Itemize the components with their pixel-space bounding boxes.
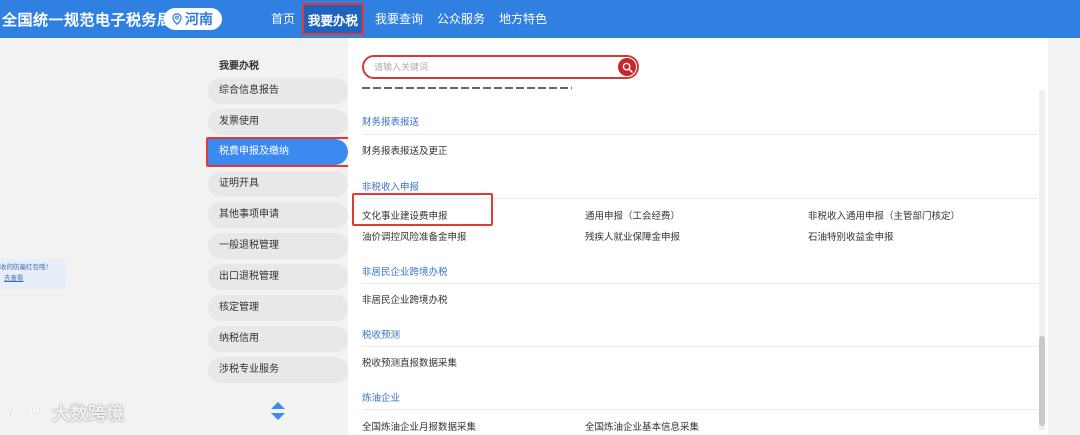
sidebar-item-assessment[interactable]: 核定管理 — [208, 295, 348, 321]
entry-oil-price-risk-fund[interactable]: 油价调控风险准备金申报 — [362, 229, 467, 243]
scroll-updown-icon[interactable] — [271, 402, 285, 422]
tip-bubble: 收的防骗红包哦！ 去查看 — [0, 259, 66, 289]
sidebar-item-certificate[interactable]: 证明开具 — [208, 171, 348, 197]
scrollbar-thumb[interactable] — [1039, 336, 1045, 426]
entry-financial-report-submit[interactable]: 财务报表报送及更正 — [362, 143, 448, 157]
sidebar-item-comprehensive-report[interactable]: 综合信息报告 — [208, 78, 348, 104]
section-title-tax-forecast: 税收预测 — [362, 330, 401, 341]
region-selector[interactable]: 河南 — [164, 8, 222, 30]
tip-text: 收的防骗红包哦！ — [0, 263, 52, 271]
sidebar-item-invoice-use[interactable]: 发票使用 — [208, 109, 348, 135]
sidebar-item-tax-credit[interactable]: 纳税信用 — [208, 326, 348, 352]
section-title-refinery: 炼油企业 — [362, 393, 401, 404]
clipped-text-row — [362, 86, 572, 90]
sidebar-item-export-refund[interactable]: 出口退税管理 — [208, 264, 348, 290]
watermark-text: 大数跨境 — [52, 404, 124, 425]
nav-public-service[interactable]: 公众服务 — [437, 10, 485, 27]
location-pin-icon — [172, 13, 182, 25]
left-margin — [0, 38, 208, 435]
entry-tax-forecast-collection[interactable]: 税收预测直报数据采集 — [362, 355, 457, 369]
entry-petroleum-special-gain[interactable]: 石油特别收益金申报 — [808, 229, 894, 243]
entry-general-union-fee[interactable]: 通用申报（工会经费） — [585, 208, 680, 222]
side-menu-heading: 我要办税 — [219, 61, 259, 72]
tip-link[interactable]: 去查看 — [0, 273, 66, 284]
sidebar-item-other-applications[interactable]: 其他事项申请 — [208, 202, 348, 228]
content-panel: 财务报表报送 财务报表报送及更正 非税收入申报 文化事业建设费申报 通用申报（工… — [348, 38, 1048, 435]
section-divider — [362, 346, 1038, 347]
nav-local-features[interactable]: 地方特色 — [499, 10, 547, 27]
entry-disabled-employment-fund[interactable]: 残疾人就业保障金申报 — [585, 229, 680, 243]
search-bar — [362, 55, 639, 79]
sidebar-item-tax-declaration[interactable]: 税费申报及缴纳 — [206, 137, 350, 167]
sidebar-item-general-refund[interactable]: 一般退税管理 — [208, 233, 348, 259]
entry-non-tax-general-declaration[interactable]: 非税收入通用申报（主管部门核定） — [808, 208, 960, 222]
sidebar-item-professional-service[interactable]: 涉税专业服务 — [208, 357, 348, 383]
section-title-non-resident: 非居民企业跨境办税 — [362, 267, 448, 278]
entry-non-resident-cross-border[interactable]: 非居民企业跨境办税 — [362, 292, 448, 306]
search-button[interactable] — [618, 58, 636, 76]
search-input[interactable] — [374, 60, 604, 76]
section-divider — [362, 409, 1038, 410]
section-title-non-tax-income: 非税收入申报 — [362, 182, 420, 193]
watermark-logo-icon — [9, 404, 42, 419]
region-label: 河南 — [185, 12, 213, 28]
section-title-financial-report: 财务报表报送 — [362, 117, 420, 128]
highlight-box — [352, 193, 493, 226]
search-icon — [622, 62, 633, 73]
watermark: 大数跨境 — [8, 400, 124, 426]
content-scrollbar[interactable] — [1039, 90, 1045, 430]
top-header: 全国统一规范电子税务局 河南 首页 我要办税 我要查询 公众服务 地方特色 — [0, 0, 1080, 38]
site-title[interactable]: 全国统一规范电子税务局 — [2, 9, 173, 30]
entry-refinery-basic-info[interactable]: 全国炼油企业基本信息采集 — [585, 419, 699, 433]
nav-home[interactable]: 首页 — [271, 10, 295, 27]
nav-query[interactable]: 我要查询 — [375, 10, 423, 27]
entry-refinery-monthly-report[interactable]: 全国炼油企业月报数据采集 — [362, 419, 476, 433]
nav-tax-handling[interactable]: 我要办税 — [302, 3, 365, 35]
side-menu: 我要办税 综合信息报告 发票使用 税费申报及缴纳 证明开具 其他事项申请 一般退… — [206, 38, 350, 435]
section-divider — [362, 134, 1038, 135]
section-divider — [362, 283, 1038, 284]
